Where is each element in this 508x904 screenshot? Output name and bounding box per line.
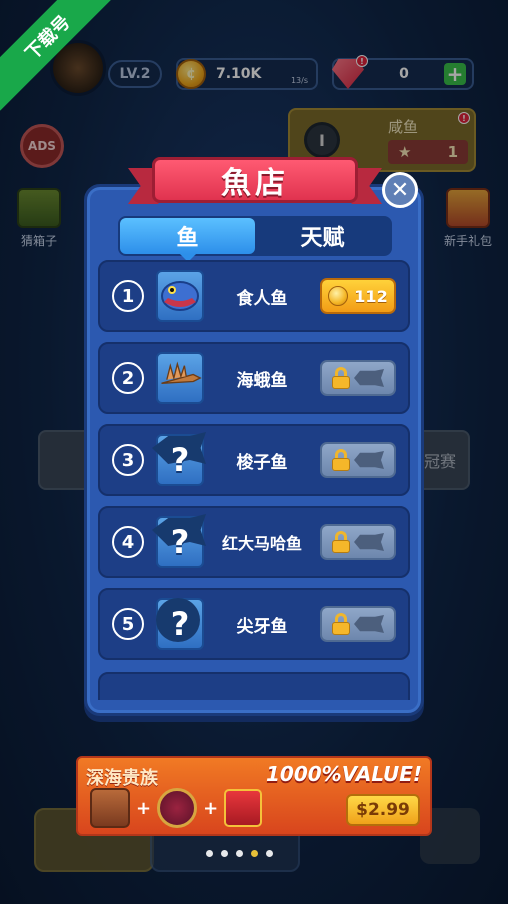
lock-icon: [332, 367, 350, 389]
fish-price: 112: [354, 286, 388, 306]
promo-value-text: 1000%VALUE!: [266, 762, 422, 786]
fish-index: 4: [112, 526, 144, 558]
fish-row: 1 食人鱼 112: [98, 260, 410, 332]
dialog-title: 魚店: [152, 157, 358, 203]
unknown-fish-icon: ?: [152, 514, 206, 568]
tab-talent[interactable]: 天赋: [255, 218, 390, 254]
unknown-fish-icon: ?: [152, 432, 206, 486]
pager-dot-active[interactable]: [251, 850, 258, 857]
fish-icon: [354, 533, 384, 551]
fish-index: 2: [112, 362, 144, 394]
lock-icon: [332, 531, 350, 553]
fish-index: 5: [112, 608, 144, 640]
locked-fish-button[interactable]: [320, 524, 396, 560]
question-mark-icon: ?: [170, 441, 190, 479]
tab-fish[interactable]: 鱼: [120, 218, 255, 262]
promo-title: 深海贵族: [86, 768, 158, 789]
fish-name: 梭子鱼: [236, 452, 288, 473]
fish-row-partial: [98, 672, 410, 700]
moth-fish-icon: [156, 352, 204, 404]
question-mark-icon: ?: [170, 605, 190, 643]
fish-row: 2 海蛾鱼: [98, 342, 410, 414]
promo-buy-button[interactable]: $2.99: [346, 794, 420, 826]
piranha-art: [161, 281, 199, 311]
fish-index: 1: [112, 280, 144, 312]
dialog-title-ribbon: 魚店: [128, 154, 382, 206]
locked-fish-button[interactable]: [320, 442, 396, 478]
unknown-fish-icon: ?: [156, 598, 204, 650]
pager-dot[interactable]: [221, 850, 228, 857]
shop-tabs: 鱼 天赋: [118, 216, 392, 262]
fish-index: 3: [112, 444, 144, 476]
close-button[interactable]: ✕: [382, 172, 418, 208]
close-icon: ✕: [390, 177, 410, 203]
fish-name: 尖牙鱼: [236, 616, 288, 637]
deep-sea-noble-promo[interactable]: 深海贵族 1000%VALUE! + + $2.99: [76, 756, 432, 836]
fish-row: 5 ? 尖牙鱼: [98, 588, 410, 660]
plus-icon: +: [203, 797, 219, 819]
treasure-chest-icon: [90, 788, 130, 828]
pager-dot[interactable]: [206, 850, 213, 857]
coin-icon: [328, 286, 349, 306]
fish-icon: [354, 451, 384, 469]
orb-icon: [157, 788, 198, 828]
promo-items: + +: [90, 788, 263, 828]
fish-name: 海蛾鱼: [236, 370, 288, 391]
fish-list[interactable]: 1 食人鱼 112 2 海蛾鱼 3 ? 梭子鱼 4 ? 红大马哈鱼 5 ? 尖牙…: [98, 260, 410, 700]
pager-dot[interactable]: [236, 850, 243, 857]
locked-fish-button[interactable]: [320, 606, 396, 642]
gift-icon: [224, 789, 263, 827]
fish-icon: [354, 369, 384, 387]
plus-icon: +: [136, 797, 152, 819]
fish-name: 红大马哈鱼: [221, 534, 302, 553]
question-mark-icon: ?: [170, 523, 190, 561]
fish-name: 食人鱼: [236, 288, 288, 309]
moth-fish-art: [161, 361, 202, 384]
pager-dot[interactable]: [266, 850, 273, 857]
promo-pager: [206, 850, 273, 857]
lock-icon: [332, 449, 350, 471]
fish-icon: [354, 615, 384, 633]
buy-fish-button[interactable]: 112: [320, 278, 396, 314]
fish-row: 3 ? 梭子鱼: [98, 424, 410, 496]
locked-fish-button[interactable]: [320, 360, 396, 396]
lock-icon: [332, 613, 350, 635]
piranha-icon: [156, 270, 204, 322]
fish-row: 4 ? 红大马哈鱼: [98, 506, 410, 578]
